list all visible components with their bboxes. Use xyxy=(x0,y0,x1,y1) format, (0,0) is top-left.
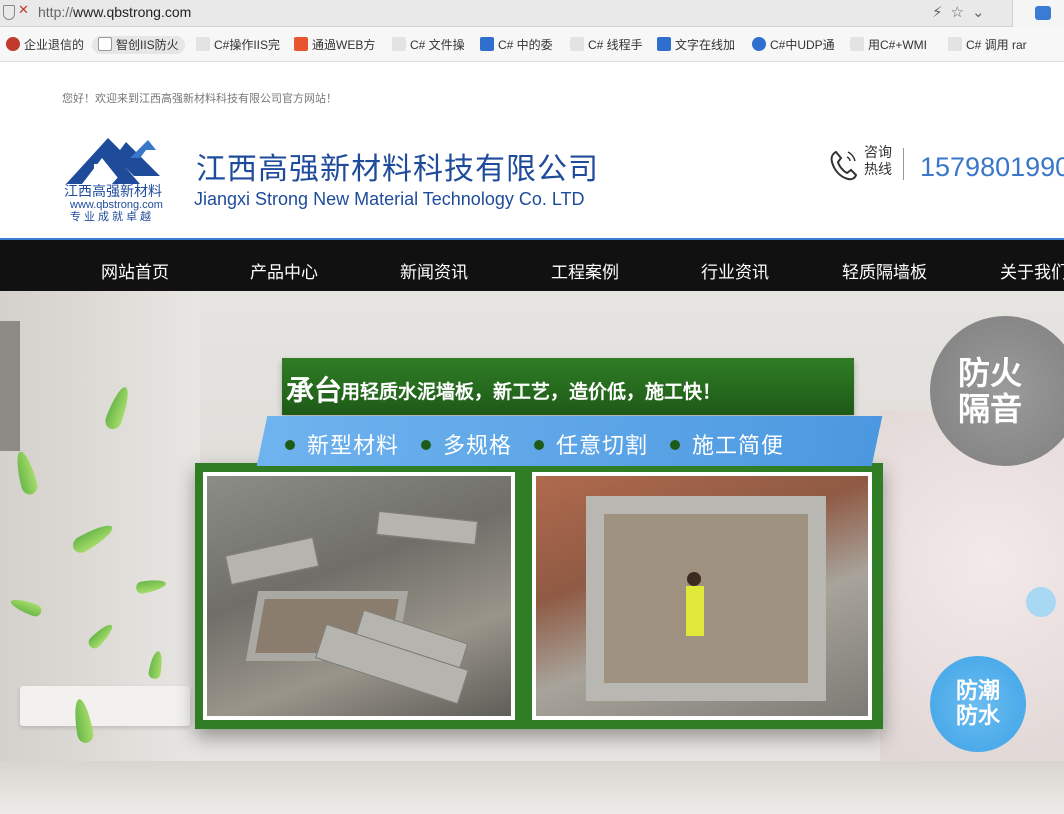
floor-decoration xyxy=(0,761,1064,814)
bookmark-icon xyxy=(294,37,308,51)
badge-text: 防水 xyxy=(955,704,1000,729)
ad-features: 新型材料 多规格 任意切割 施工简便 xyxy=(285,428,784,460)
shield-icon xyxy=(3,5,15,20)
phone-icon xyxy=(830,150,858,181)
nav-item-about[interactable]: 关于我们 xyxy=(1000,258,1064,283)
bullet-icon xyxy=(534,440,545,450)
url-text[interactable]: http://www.qbstrong.com xyxy=(38,4,191,20)
nav-item-home[interactable]: 网站首页 xyxy=(101,258,169,283)
bullet-icon xyxy=(670,440,681,450)
company-logo[interactable]: 江西高强新材料 www.qbstrong.com 专业成就卓越 xyxy=(60,128,192,224)
bookmark-icon xyxy=(480,37,494,51)
welcome-text: 您好！欢迎来到江西高强新材料科技有限公司官方网站！ xyxy=(62,92,337,105)
bookmark-icon xyxy=(6,37,20,51)
logo-text: 江西高强新材料 xyxy=(64,183,162,200)
bookmark-icon xyxy=(196,37,210,51)
bullet-icon xyxy=(421,440,432,450)
bubble-decoration xyxy=(1026,587,1056,617)
feature-label: 新型材料 xyxy=(307,434,400,459)
slab-decoration xyxy=(224,536,320,586)
tv-decoration xyxy=(0,321,20,451)
feature-label: 施工简便 xyxy=(692,434,785,459)
feature-label: 任意切割 xyxy=(556,434,649,459)
nav-item-cases[interactable]: 工程案例 xyxy=(551,258,619,283)
pit-decoration xyxy=(586,496,826,701)
divider xyxy=(903,148,904,180)
bookmark-item[interactable]: 用C#+WMI xyxy=(850,36,927,54)
hero-banner[interactable]: 承台 用轻质水泥墙板，新工艺，造价低，施工快！ 新型材料 多规格 任意切割 施工… xyxy=(0,291,1064,814)
bookmark-item[interactable]: 智创IIS防火 xyxy=(92,36,185,54)
main-navigation: 网站首页 产品中心 新闻资讯 工程案例 行业资讯 轻质隔墙板 关于我们 xyxy=(0,238,1064,291)
bookmark-item[interactable]: C# 线程手 xyxy=(570,36,643,54)
bookmark-icon xyxy=(657,37,671,51)
hotline-label: 咨询热线 xyxy=(864,145,892,178)
cabinet-decoration xyxy=(20,686,190,726)
ad-headline: 用轻质水泥墙板，新工艺，造价低，施工快！ xyxy=(341,381,722,403)
page-icon xyxy=(98,37,112,51)
feature-label: 多规格 xyxy=(443,434,513,459)
company-name: 江西高强新材料科技有限公司 xyxy=(196,152,599,187)
bookmark-item[interactable]: C#操作IIS完 xyxy=(196,36,280,54)
bookmark-item[interactable]: 通過WEB方 xyxy=(294,36,375,54)
bookmarks-bar: 企业退信的 智创IIS防火 C#操作IIS完 通過WEB方 C# 文件操 C# … xyxy=(0,27,1064,62)
worker-decoration xyxy=(686,586,704,636)
browser-address-bar[interactable]: ✕ http://www.qbstrong.com ⚡☆⌄ xyxy=(0,0,1064,27)
nav-item-partition-board[interactable]: 轻质隔墙板 xyxy=(842,258,927,283)
bookmark-icon xyxy=(392,37,406,51)
company-name-english: Jiangxi Strong New Material Technology C… xyxy=(194,189,585,209)
star-icon[interactable]: ☆ xyxy=(951,3,972,21)
badge-text: 防潮 xyxy=(955,679,1000,704)
logo-slogan: 专业成就卓越 xyxy=(70,209,154,223)
bookmark-item[interactable]: 企业退信的 xyxy=(6,36,84,54)
extension-icon xyxy=(1035,6,1051,20)
ad-headline-keyword: 承台 xyxy=(286,374,343,407)
bookmark-item[interactable]: C# 中的委 xyxy=(480,36,553,54)
bookmark-icon xyxy=(570,37,584,51)
slab-decoration xyxy=(376,510,478,546)
extension-button[interactable] xyxy=(1012,0,1064,27)
room-wall xyxy=(0,291,200,814)
bookmark-item[interactable]: 文字在线加 xyxy=(657,36,735,54)
badge-text: 隔音 xyxy=(957,390,1022,428)
nav-item-industry[interactable]: 行业资讯 xyxy=(701,258,769,283)
bookmark-icon xyxy=(752,37,766,51)
worker-decoration xyxy=(687,572,701,586)
construction-photo xyxy=(203,472,515,720)
bullet-icon xyxy=(285,440,295,450)
bookmark-item[interactable]: C# 调用 rar xyxy=(948,36,1027,54)
bookmark-icon xyxy=(850,37,864,51)
blocked-icon: ✕ xyxy=(18,3,29,18)
construction-photo xyxy=(532,472,872,720)
hotline-number[interactable]: 1579801990 xyxy=(920,152,1064,183)
waterproof-badge: 防潮 防水 xyxy=(930,656,1026,752)
chevron-down-icon[interactable]: ⌄ xyxy=(972,3,993,21)
address-bar-actions[interactable]: ⚡☆⌄ xyxy=(932,3,993,21)
bookmark-item[interactable]: C# 文件操 xyxy=(392,36,465,54)
nav-item-news[interactable]: 新闻资讯 xyxy=(400,258,468,283)
nav-item-products[interactable]: 产品中心 xyxy=(250,258,318,283)
bookmark-icon xyxy=(948,37,962,51)
bookmark-item[interactable]: C#中UDP通 xyxy=(752,36,835,54)
badge-text: 防火 xyxy=(957,354,1022,392)
lightning-icon[interactable]: ⚡ xyxy=(932,3,951,21)
